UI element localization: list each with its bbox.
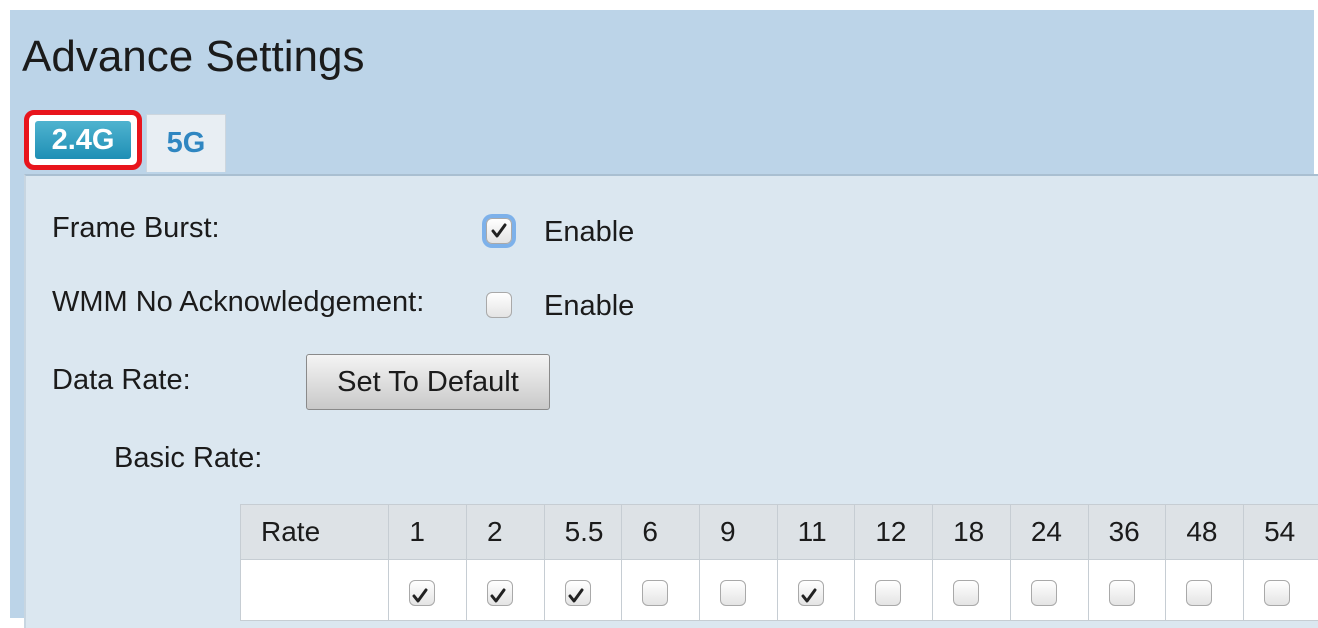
tab-2-4g[interactable]: 2.4G xyxy=(24,110,142,170)
basic-rate-label: Basic Rate: xyxy=(114,442,262,475)
rate-header-cell: 18 xyxy=(933,505,1011,560)
rate-checkbox[interactable] xyxy=(1186,580,1212,606)
rate-checkbox[interactable] xyxy=(409,580,435,606)
rate-header-cell: 1 xyxy=(389,505,467,560)
checkmark-icon xyxy=(488,586,508,606)
rate-header-cell: 24 xyxy=(1010,505,1088,560)
rate-cell xyxy=(544,560,622,621)
rate-checkbox[interactable] xyxy=(1031,580,1057,606)
rate-cell xyxy=(855,560,933,621)
rate-cell xyxy=(622,560,700,621)
frame-burst-enable-label: Enable xyxy=(544,216,634,249)
rate-checkbox[interactable] xyxy=(487,580,513,606)
data-rate-label: Data Rate: xyxy=(52,364,191,397)
rate-cell xyxy=(1166,560,1244,621)
rate-cell xyxy=(1088,560,1166,621)
rate-cell xyxy=(1010,560,1088,621)
tab-2-4g-label: 2.4G xyxy=(35,121,131,159)
checkmark-icon xyxy=(566,586,586,606)
checkmark-icon xyxy=(799,586,819,606)
rate-cell xyxy=(389,560,467,621)
tab-5g[interactable]: 5G xyxy=(146,114,226,172)
rate-header-cell: 12 xyxy=(855,505,933,560)
basic-rate-table: Rate 1 2 5.5 6 9 11 12 18 24 36 48 54 xyxy=(240,504,1318,621)
settings-panel: Frame Burst: Enable WMM No Acknowledgeme… xyxy=(24,174,1318,628)
rate-header-row: Rate 1 2 5.5 6 9 11 12 18 24 36 48 54 xyxy=(241,505,1318,560)
rate-header-cell: 6 xyxy=(622,505,700,560)
checkmark-icon xyxy=(410,586,430,606)
rate-header-cell: 11 xyxy=(777,505,855,560)
rate-checkbox[interactable] xyxy=(565,580,591,606)
frame-burst-label: Frame Burst: xyxy=(52,212,220,245)
rate-header-cell: 5.5 xyxy=(544,505,622,560)
frame-burst-checkbox[interactable] xyxy=(486,218,512,244)
rate-checkbox[interactable] xyxy=(953,580,979,606)
wmm-no-ack-label: WMM No Acknowledgement: xyxy=(52,286,424,319)
rate-checkbox[interactable] xyxy=(875,580,901,606)
rate-cell xyxy=(777,560,855,621)
wmm-no-ack-enable-label: Enable xyxy=(544,290,634,323)
empty-cell xyxy=(241,560,389,621)
rate-checkbox[interactable] xyxy=(1264,580,1290,606)
rate-checkbox-row xyxy=(241,560,1318,621)
checkmark-icon xyxy=(489,221,509,241)
rate-cell xyxy=(700,560,778,621)
rate-header-cell: 9 xyxy=(700,505,778,560)
rate-header-cell: 48 xyxy=(1166,505,1244,560)
page-title: Advance Settings xyxy=(22,32,364,82)
rate-header-cell: 2 xyxy=(466,505,544,560)
rate-cell xyxy=(466,560,544,621)
rate-checkbox[interactable] xyxy=(720,580,746,606)
wmm-no-ack-checkbox[interactable] xyxy=(486,292,512,318)
settings-frame: Advance Settings 2.4G 5G Frame Burst: En… xyxy=(10,10,1314,618)
rate-checkbox[interactable] xyxy=(642,580,668,606)
rate-cell xyxy=(1244,560,1318,621)
rate-header-label: Rate xyxy=(241,505,389,560)
set-to-default-button[interactable]: Set To Default xyxy=(306,354,550,410)
rate-checkbox[interactable] xyxy=(1109,580,1135,606)
rate-checkbox[interactable] xyxy=(798,580,824,606)
rate-header-cell: 54 xyxy=(1244,505,1318,560)
rate-header-cell: 36 xyxy=(1088,505,1166,560)
rate-cell xyxy=(933,560,1011,621)
